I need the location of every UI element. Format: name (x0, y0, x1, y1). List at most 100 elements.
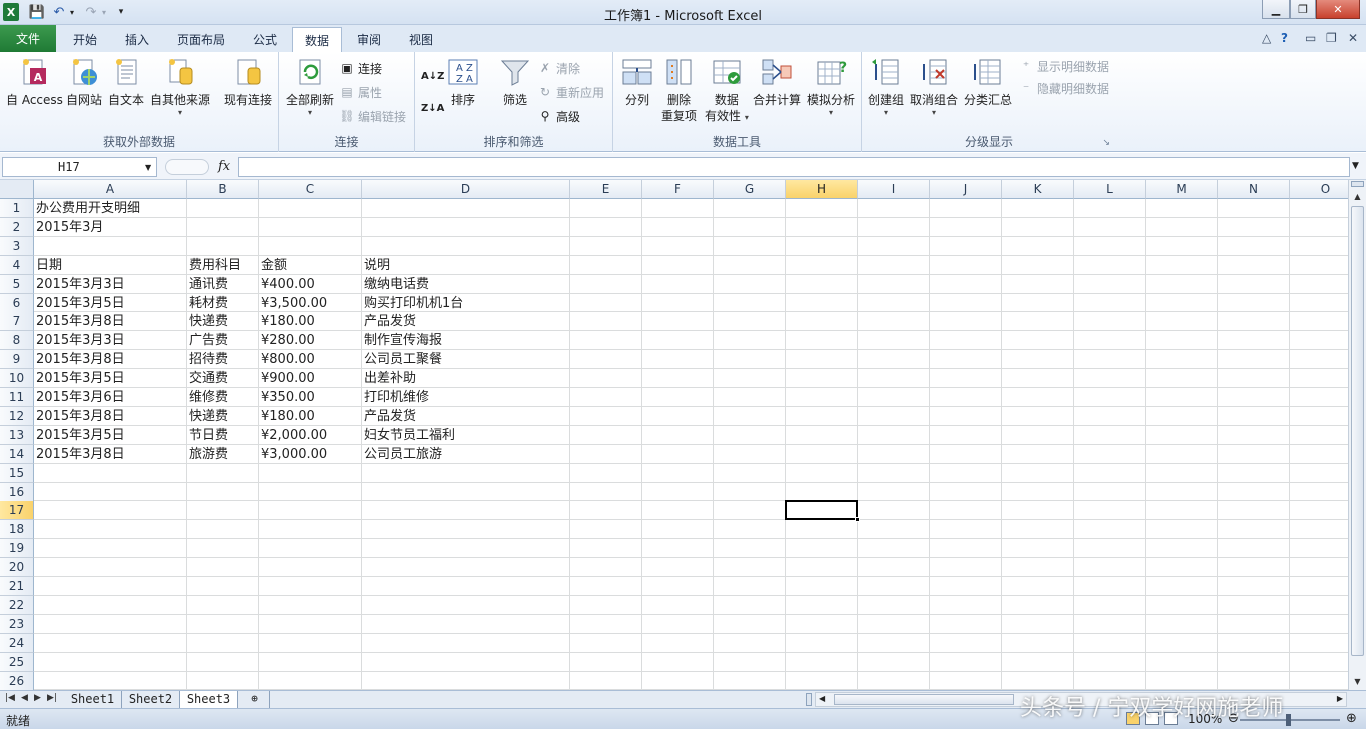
row-header-20[interactable]: 20 (0, 558, 34, 578)
scroll-down-icon[interactable]: ▼ (1350, 674, 1365, 689)
table-cell[interactable]: 产品发货 (362, 312, 416, 331)
scroll-left-icon[interactable]: ◀ (819, 694, 825, 703)
row-header-10[interactable]: 10 (0, 369, 34, 389)
table-cell[interactable]: ¥400.00 (259, 275, 315, 294)
table-header-cell[interactable]: 说明 (362, 256, 390, 275)
table-cell[interactable]: 维修费 (187, 388, 228, 407)
row-header-24[interactable]: 24 (0, 633, 34, 653)
split-box[interactable] (1351, 181, 1364, 187)
row-header-18[interactable]: 18 (0, 520, 34, 540)
row-header-12[interactable]: 12 (0, 406, 34, 426)
table-cell[interactable]: 缴纳电话费 (362, 275, 429, 294)
properties-button[interactable]: ▤ 属性 (339, 82, 382, 102)
table-cell[interactable]: 妇女节员工福利 (362, 426, 455, 445)
table-cell[interactable]: ¥900.00 (259, 369, 315, 388)
tab-file[interactable]: 文件 (0, 25, 56, 52)
from-web-button[interactable]: 自网站 (66, 56, 102, 108)
insert-function-icon[interactable]: fx (218, 159, 230, 174)
table-cell[interactable]: 交通费 (187, 369, 228, 388)
horizontal-scroll-thumb[interactable] (834, 694, 1014, 705)
vertical-scrollbar[interactable]: ▲ ▼ (1348, 180, 1366, 690)
table-cell[interactable]: 2015年3月8日 (34, 407, 125, 426)
row-header-4[interactable]: 4 (0, 255, 34, 275)
minimize-button[interactable]: ▁ (1262, 0, 1290, 19)
row-header-2[interactable]: 2 (0, 217, 34, 237)
table-cell[interactable]: ¥350.00 (259, 388, 315, 407)
column-header-i[interactable]: I (858, 180, 930, 199)
last-sheet-icon[interactable]: ▶| (47, 693, 57, 703)
column-header-n[interactable]: N (1218, 180, 1290, 199)
dialog-launcher-icon[interactable]: ↘ (1102, 138, 1110, 148)
row-header-17[interactable]: 17 (0, 501, 34, 521)
row-header-19[interactable]: 19 (0, 539, 34, 559)
table-cell[interactable]: 旅游费 (187, 445, 228, 464)
column-header-e[interactable]: E (570, 180, 642, 199)
row-header-7[interactable]: 7 (0, 312, 34, 332)
table-cell[interactable]: 2015年3月3日 (34, 275, 125, 294)
fill-handle[interactable] (855, 517, 860, 523)
close-button[interactable]: ✕ (1316, 0, 1360, 19)
table-cell[interactable]: 公司员工聚餐 (362, 350, 442, 369)
reapply-button[interactable]: ↻ 重新应用 (537, 82, 604, 102)
table-cell[interactable]: ¥3,500.00 (259, 294, 327, 313)
row-header-13[interactable]: 13 (0, 425, 34, 445)
column-header-c[interactable]: C (259, 180, 362, 199)
sort-button[interactable]: AZZA 排序 (447, 56, 479, 108)
scroll-up-icon[interactable]: ▲ (1350, 189, 1365, 204)
column-header-a[interactable]: A (34, 180, 187, 199)
connections-button[interactable]: ▣ 连接 (339, 58, 382, 78)
table-cell[interactable]: 2015年3月5日 (34, 294, 125, 313)
row-header-11[interactable]: 11 (0, 388, 34, 407)
sheet-tab-3[interactable]: Sheet3 (180, 691, 238, 708)
group-button[interactable]: 创建组 ▾ (868, 56, 904, 117)
table-header-cell[interactable]: 日期 (34, 256, 62, 275)
remove-duplicates-button[interactable]: 删除 重复项 (661, 56, 697, 124)
table-cell[interactable]: 购买打印机机1台 (362, 294, 463, 313)
table-cell[interactable]: 2015年3月5日 (34, 426, 125, 445)
table-cell[interactable]: 2015年3月8日 (34, 350, 125, 369)
restore-button[interactable]: ❐ (1290, 0, 1316, 19)
consolidate-button[interactable]: 合并计算 (753, 56, 801, 108)
next-sheet-icon[interactable]: ▶ (34, 693, 41, 703)
column-header-l[interactable]: L (1074, 180, 1146, 199)
filter-button[interactable]: 筛选 (499, 56, 531, 108)
select-all-corner[interactable] (0, 180, 34, 199)
cell-a2-month[interactable]: 2015年3月 (34, 218, 103, 237)
row-header-9[interactable]: 9 (0, 350, 34, 370)
insert-sheet-icon[interactable]: ⊕ (240, 691, 270, 708)
advanced-button[interactable]: ⚲ 高级 (537, 106, 580, 126)
table-cell[interactable]: 2015年3月5日 (34, 369, 125, 388)
from-access-button[interactable]: A 自 Access (6, 56, 63, 108)
text-to-columns-button[interactable]: 分列 (621, 56, 653, 108)
table-cell[interactable]: 出差补助 (362, 369, 416, 388)
column-header-o[interactable]: O (1290, 180, 1348, 199)
table-cell[interactable]: ¥800.00 (259, 350, 315, 369)
table-cell[interactable]: 2015年3月8日 (34, 312, 125, 331)
from-other-sources-button[interactable]: 自其他来源 ▾ (150, 56, 210, 117)
row-header-15[interactable]: 15 (0, 463, 34, 483)
table-cell[interactable]: 打印机维修 (362, 388, 429, 407)
column-header-d[interactable]: D (362, 180, 570, 199)
tab-view[interactable]: 视图 (396, 27, 446, 52)
clear-button[interactable]: ✗ 清除 (537, 58, 580, 78)
workbook-restore-icon[interactable]: ❐ (1326, 31, 1337, 45)
row-header-25[interactable]: 25 (0, 652, 34, 672)
column-header-h[interactable]: H (786, 180, 858, 199)
zoom-slider-thumb[interactable] (1286, 714, 1291, 726)
workbook-close-icon[interactable]: ✕ (1348, 31, 1358, 45)
from-text-button[interactable]: 自文本 (108, 56, 144, 108)
row-header-14[interactable]: 14 (0, 444, 34, 464)
row-header-23[interactable]: 23 (0, 614, 34, 634)
table-cell[interactable]: ¥3,000.00 (259, 445, 327, 464)
worksheet-grid[interactable]: ABCDEFGHIJKLMNO 1 2 3 4 5 6 7 8 9 10 11 12 13 14 15 16 1… (0, 180, 1348, 690)
tab-formulas[interactable]: 公式 (240, 27, 290, 52)
tab-split-handle[interactable] (806, 693, 812, 706)
scroll-right-icon[interactable]: ▶ (1337, 694, 1343, 703)
name-box-dropdown-icon[interactable]: ▼ (145, 163, 151, 172)
workbook-minimize-icon[interactable]: ▭ (1305, 31, 1316, 45)
name-box[interactable]: H17 (2, 157, 157, 177)
subtotal-button[interactable]: 分类汇总 (964, 56, 1012, 108)
table-cell[interactable]: 快递费 (187, 312, 228, 331)
first-sheet-icon[interactable]: |◀ (5, 693, 15, 703)
column-header-f[interactable]: F (642, 180, 714, 199)
